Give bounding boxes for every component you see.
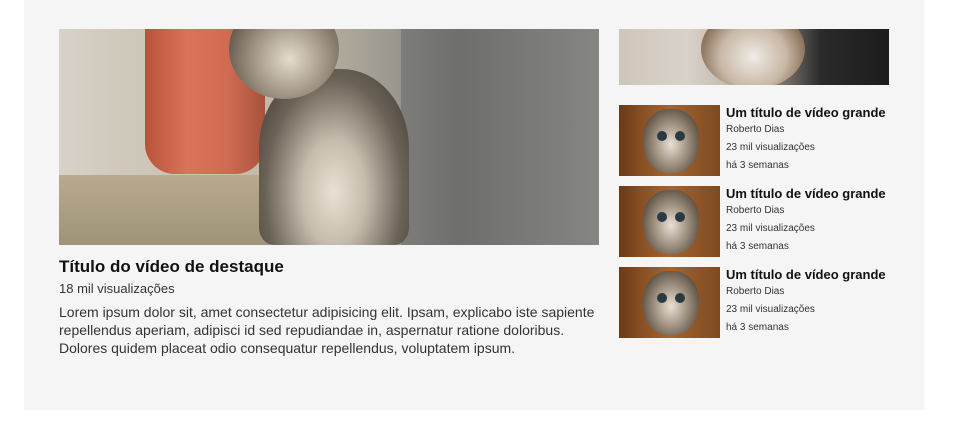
video-views: 23 mil visualizações [726, 223, 815, 234]
featured-video[interactable]: Título do vídeo de destaque 18 mil visua… [59, 29, 599, 357]
video-title[interactable]: Um título de vídeo grande [726, 105, 886, 121]
video-info: Um título de vídeo grande Roberto Dias 2… [726, 186, 886, 257]
thumbnail-kitten [643, 271, 699, 335]
video-info: Um título de vídeo grande Roberto Dias 2… [726, 105, 886, 176]
featured-video-description: Lorem ipsum dolor sit, amet consectetur … [59, 304, 595, 356]
video-views: 23 mil visualizações [726, 142, 815, 153]
thumbnail-eye [675, 131, 685, 141]
thumbnail-eye [675, 293, 685, 303]
video-author: Roberto Dias [726, 124, 785, 135]
sidebar-top-thumbnail[interactable] [619, 29, 889, 85]
video-title[interactable]: Um título de vídeo grande [726, 186, 886, 202]
video-thumbnail[interactable] [619, 105, 720, 176]
thumbnail-eye [657, 293, 667, 303]
video-age: há 3 semanas [726, 322, 789, 333]
video-list: Um título de vídeo grande Roberto Dias 2… [619, 105, 891, 338]
video-sidebar: Um título de vídeo grande Roberto Dias 2… [619, 29, 891, 348]
video-thumbnail[interactable] [619, 186, 720, 257]
video-author: Roberto Dias [726, 205, 785, 216]
thumbnail-eye [657, 131, 667, 141]
video-age: há 3 semanas [726, 241, 789, 252]
video-views: 23 mil visualizações [726, 304, 815, 315]
thumbnail-kitten [643, 109, 699, 173]
featured-video-views: 18 mil visualizações [59, 281, 175, 296]
featured-video-title[interactable]: Título do vídeo de destaque [59, 257, 599, 277]
video-author: Roberto Dias [726, 286, 785, 297]
thumbnail-eye [657, 212, 667, 222]
thumbnail-kitten [643, 190, 699, 254]
list-item[interactable]: Um título de vídeo grande Roberto Dias 2… [619, 267, 891, 338]
video-thumbnail[interactable] [619, 267, 720, 338]
video-age: há 3 semanas [726, 160, 789, 171]
list-item[interactable]: Um título de vídeo grande Roberto Dias 2… [619, 186, 891, 257]
video-info: Um título de vídeo grande Roberto Dias 2… [726, 267, 886, 338]
featured-video-thumbnail[interactable] [59, 29, 599, 245]
thumbnail-eye [675, 212, 685, 222]
video-section: Título do vídeo de destaque 18 mil visua… [24, 0, 924, 410]
thumbnail-kitten [701, 29, 805, 85]
list-item[interactable]: Um título de vídeo grande Roberto Dias 2… [619, 105, 891, 176]
video-title[interactable]: Um título de vídeo grande [726, 267, 886, 283]
thumbnail-wall [401, 29, 599, 245]
